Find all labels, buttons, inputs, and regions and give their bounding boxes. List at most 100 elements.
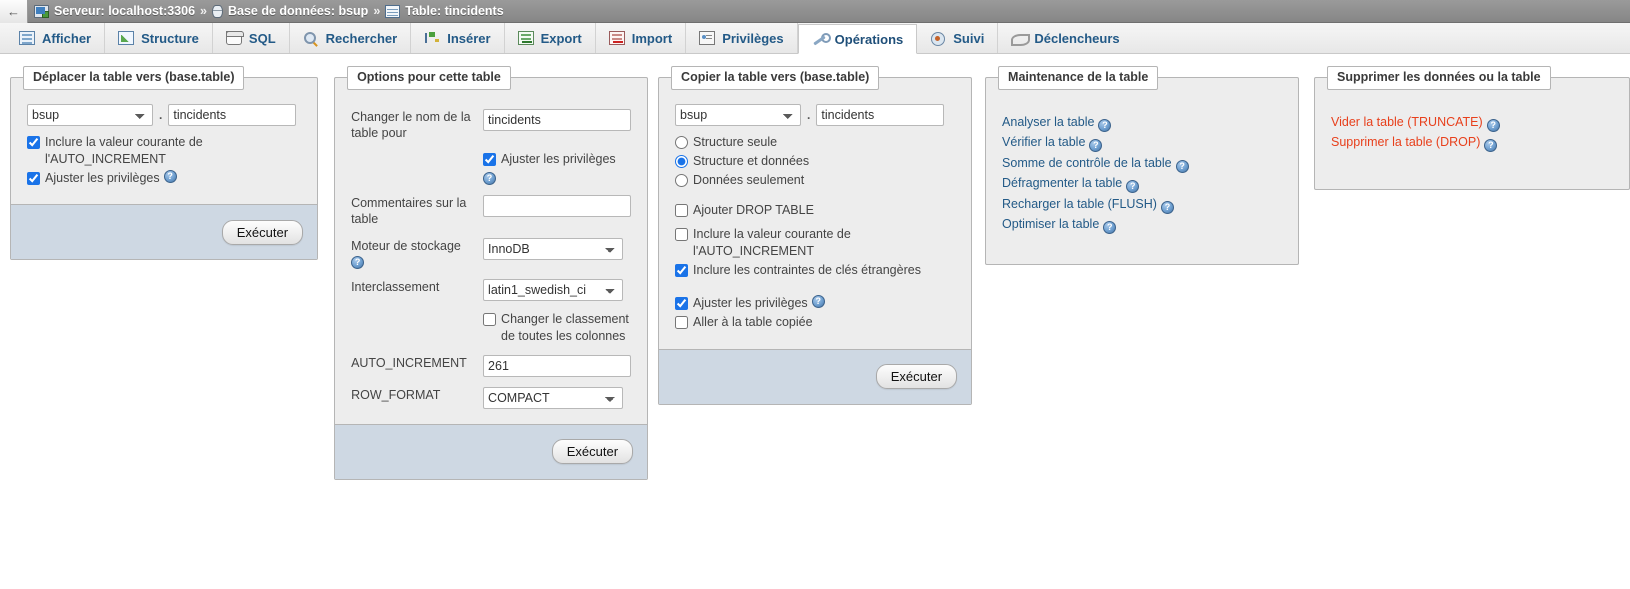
engine-select[interactable]: InnoDB [483,237,624,260]
help-icon[interactable]: ? [1484,139,1498,153]
move-table-privileges-checkbox[interactable] [27,171,40,185]
table-options-submit-button[interactable]: Exécuter [551,439,634,465]
check-table-link[interactable]: Vérifier la table [1002,135,1085,149]
comment-field-cell [483,190,632,233]
truncate-table-link[interactable]: Vider la table (TRUNCATE) [1331,115,1483,129]
comment-input[interactable] [483,195,632,218]
copy-table-target-row: bsup . [675,103,955,126]
defragment-table-link[interactable]: Défragmenter la table [1002,176,1122,190]
copy-auto-increment-checkbox[interactable] [675,228,689,242]
comment-label: Commentaires sur la table [351,196,467,227]
table-options-privileges-row[interactable]: Ajuster les privilèges [483,151,631,168]
browse-icon [19,31,35,45]
table-options-privileges-checkbox[interactable] [483,153,497,167]
copy-auto-increment-row[interactable]: Inclure la valeur courante de l'AUTO_INC… [675,226,955,260]
analyze-table-link[interactable]: Analyser la table [1002,115,1094,129]
drop-table-link[interactable]: Supprimer la table (DROP) [1331,135,1480,149]
tab-structure[interactable]: Structure [105,23,213,53]
copy-privileges-checkbox[interactable] [675,296,689,310]
move-table-submit-button[interactable]: Exécuter [221,219,304,245]
tab-rechercher[interactable]: Rechercher [290,23,412,53]
move-table-body: bsup . Inclure la valeur courante de l'A… [11,90,317,205]
breadcrumb-table[interactable]: Table: tincidents [385,4,504,18]
back-button[interactable]: ← [0,0,28,23]
copy-table-name-input[interactable] [816,103,945,126]
help-icon[interactable]: ? [1486,118,1500,132]
move-table-privileges-row[interactable]: Ajuster les privilèges ? [27,169,301,187]
tab-inserer-label: Insérer [447,30,491,46]
copy-radio-structure-only[interactable] [675,135,689,149]
move-table-auto-increment-label: Inclure la valeur courante de l'AUTO_INC… [45,134,203,166]
rowformat-field-cell: COMPACT [483,382,631,414]
copy-goto-copied-checkbox[interactable] [675,315,689,329]
rowformat-select[interactable]: COMPACT [483,386,624,409]
help-icon[interactable]: ? [1098,118,1112,132]
tab-operations[interactable]: Opérations [797,24,918,54]
move-table-database-select[interactable]: bsup [27,103,153,126]
copy-table-database-select[interactable]: bsup [675,103,802,126]
tab-afficher[interactable]: Afficher [6,23,106,53]
help-icon[interactable]: ? [351,255,365,269]
insert-icon [424,31,440,45]
tab-import[interactable]: Import [596,23,687,53]
move-table-name-input[interactable] [168,103,297,126]
table-icon [385,4,401,18]
move-table-auto-increment-checkbox[interactable] [27,135,40,149]
flush-table-link[interactable]: Recharger la table (FLUSH) [1002,197,1157,211]
engine-label-cell: Moteur de stockage ? [351,233,483,274]
help-icon[interactable]: ? [1126,180,1140,194]
optimize-table-link[interactable]: Optimiser la table [1002,217,1099,231]
autoincrement-label: AUTO_INCREMENT [351,355,467,370]
copy-drop-table-row[interactable]: Ajouter DROP TABLE [675,202,955,219]
copy-radio-structure-and-data-row[interactable]: Structure et données [675,153,955,170]
copy-foreign-keys-row[interactable]: Inclure les contraintes de clés étrangèr… [675,262,955,279]
collation-select[interactable]: latin1_swedish_ci [483,278,624,301]
maintenance-panel: Maintenance de la table Analyser la tabl… [985,66,1300,266]
tab-privileges[interactable]: Privilèges [686,23,798,53]
collation-field-cell: latin1_swedish_ci [483,274,631,306]
structure-icon [118,31,135,45]
delete-data-body: Vider la table (TRUNCATE)? Supprimer la … [1315,90,1629,189]
breadcrumb-database-label: Base de données: bsup [228,4,369,18]
tab-export[interactable]: Export [505,23,596,53]
copy-foreign-keys-checkbox[interactable] [675,264,689,277]
move-table-legend: Déplacer la table vers (base.table) [23,66,245,90]
copy-goto-copied-row[interactable]: Aller à la table copiée [675,314,955,331]
help-icon[interactable]: ? [1175,159,1189,173]
copy-table-footer: Exécuter [659,348,972,404]
change-collation-row[interactable]: Changer le classement de toutes les colo… [483,311,631,345]
copy-auto-increment-label: Inclure la valeur courante de l'AUTO_INC… [693,227,851,259]
maintenance-item-checksum: Somme de contrôle de la table? [1002,153,1282,173]
tab-suivi[interactable]: Suivi [917,23,999,53]
copy-privileges-label: Ajuster les privilèges [693,295,808,310]
copy-radio-data-only[interactable] [675,173,689,187]
help-icon[interactable]: ? [1089,139,1103,153]
help-icon[interactable]: ? [1103,220,1117,234]
copy-radio-structure-and-data[interactable] [675,154,689,168]
tab-inserer[interactable]: Insérer [411,23,505,53]
rename-input[interactable] [483,108,632,131]
move-table-privileges-label: Ajuster les privilèges [45,170,160,185]
help-icon[interactable]: ? [1160,200,1174,214]
help-icon[interactable]: ? [163,169,177,183]
help-icon[interactable]: ? [811,294,825,308]
copy-radio-structure-only-row[interactable]: Structure seule [675,134,955,151]
tab-declencheurs[interactable]: Déclencheurs [998,23,1132,53]
move-table-auto-increment-row[interactable]: Inclure la valeur courante de l'AUTO_INC… [27,134,301,168]
move-table-panel: Déplacer la table vers (base.table) bsup… [10,66,319,261]
change-collation-checkbox[interactable] [483,312,497,326]
copy-drop-table-checkbox[interactable] [675,204,689,218]
checksum-table-link[interactable]: Somme de contrôle de la table [1002,156,1172,170]
copy-table-submit-button[interactable]: Exécuter [875,364,958,390]
table-options-legend: Options pour cette table [347,66,511,90]
breadcrumb-bar: ← Serveur: localhost:3306 » Base de donn… [0,0,1630,23]
autoincrement-input[interactable] [483,354,632,377]
breadcrumb-database[interactable]: Base de données: bsup [212,4,368,18]
breadcrumb-server[interactable]: Serveur: localhost:3306 [34,4,195,18]
copy-radio-data-only-row[interactable]: Données seulement [675,172,955,189]
tab-sql[interactable]: SQL [213,23,290,53]
copy-privileges-row[interactable]: Ajuster les privilèges ? [675,294,955,312]
help-icon[interactable]: ? [483,172,497,186]
maintenance-legend: Maintenance de la table [998,66,1159,90]
delete-item-truncate: Vider la table (TRUNCATE)? [1331,112,1613,132]
